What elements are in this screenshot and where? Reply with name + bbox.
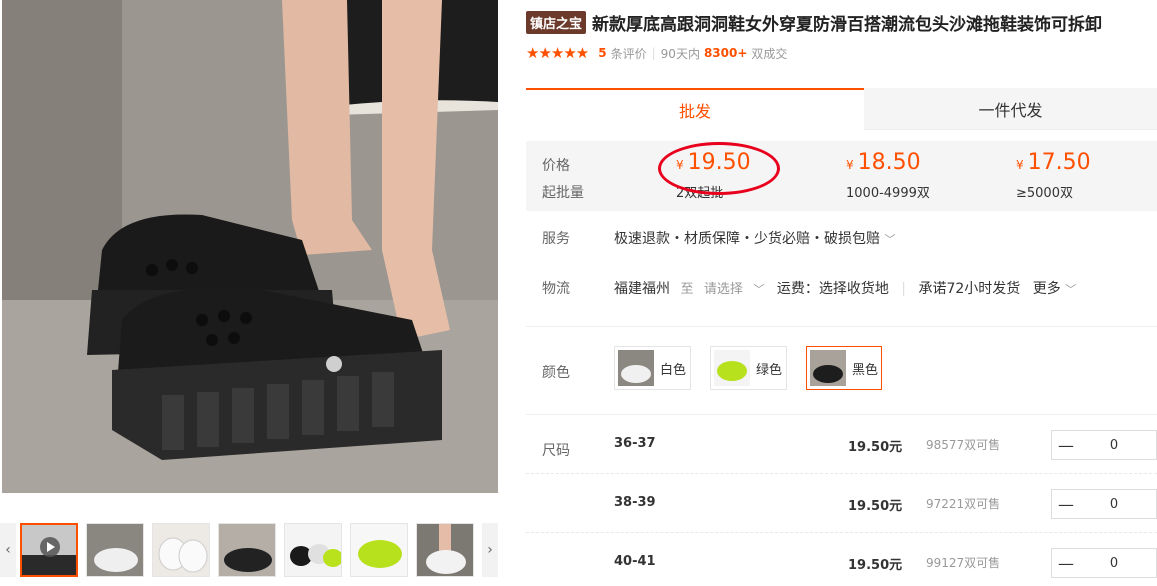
thumbnail-2[interactable] [86, 523, 144, 577]
size-stock: 99127双可售 [926, 556, 1001, 570]
service-text: 极速退款・材质保障・少货必赔・破损包赔 [614, 231, 880, 247]
size-price: 19.50元 [848, 440, 903, 455]
white-swatch-image [618, 350, 654, 386]
thumb-white-worn-image [417, 524, 473, 576]
size-price: 19.50元 [848, 499, 903, 514]
color-option-green[interactable]: 绿色 [710, 346, 787, 390]
decrease-button[interactable]: — [1052, 436, 1080, 455]
black-swatch-image [810, 350, 846, 386]
tier-3-price: ¥17.50 [1016, 150, 1091, 175]
tier-3-qty: ≥5000双 [1016, 186, 1073, 201]
quantity-input[interactable]: 0 [1080, 556, 1156, 571]
min-order-label: 起批量 [542, 185, 584, 201]
product-page: ‹ › 镇店之宝新款厚底高跟洞洞鞋女外穿夏防滑百搭潮流包头沙滩拖鞋装饰可拆卸 [0, 0, 1157, 586]
size-name: 36-37 [614, 436, 656, 451]
logistics-label: 物流 [542, 281, 570, 297]
more-link[interactable]: 更多 [1033, 281, 1061, 297]
decrease-button[interactable]: — [1052, 554, 1080, 573]
rating-row: ★★★★★ 5 条评价 | 90天内 8300+ 双成交 [526, 44, 788, 62]
delivery-promise: 承诺72小时发货 [918, 281, 1021, 297]
product-title: 新款厚底高跟洞洞鞋女外穿夏防滑百搭潮流包头沙滩拖鞋装饰可拆卸 [592, 15, 1103, 34]
thumbnail-6[interactable] [350, 523, 408, 577]
thumbnail-4[interactable] [218, 523, 276, 577]
size-row: 38-39 19.50元 97221双可售 — 0 [526, 475, 1157, 533]
chevron-down-icon: ﹀ [884, 233, 896, 246]
size-price: 19.50元 [848, 558, 903, 573]
thumb-green-clog-image [351, 524, 407, 576]
color-option-white[interactable]: 白色 [614, 346, 691, 390]
color-option-label: 白色 [660, 362, 687, 378]
thumbnail-strip: ‹ › [0, 519, 500, 581]
service-label: 服务 [542, 231, 570, 247]
product-title-row: 镇店之宝 新款厚底高跟洞洞鞋女外穿夏防滑百搭潮流包头沙滩拖鞋装饰可拆卸 [526, 10, 1157, 34]
thumbnail-5[interactable] [284, 523, 342, 577]
review-count[interactable]: 5 [598, 46, 606, 60]
review-count-label[interactable]: 条评价 [611, 45, 647, 62]
quantity-stepper: — 0 [1051, 430, 1157, 460]
chevron-down-icon[interactable]: ﹀ [1065, 283, 1076, 296]
destination-select[interactable]: 请选择 [704, 282, 743, 297]
size-name: 40-41 [614, 554, 656, 569]
thumb-next-arrow[interactable]: › [482, 523, 498, 577]
ship-to-label: 至 [680, 282, 694, 297]
thumbnail-7[interactable] [416, 523, 474, 577]
tab-wholesale[interactable]: 批发 [526, 88, 864, 130]
size-name: 38-39 [614, 495, 656, 510]
thumbnail-video[interactable] [20, 523, 78, 577]
quantity-input[interactable]: 0 [1080, 497, 1156, 512]
tier-2-qty: 1000-4999双 [846, 186, 930, 201]
green-swatch-image [714, 350, 750, 386]
main-product-image[interactable] [2, 0, 498, 493]
thumb-prev-arrow[interactable]: ‹ [0, 523, 16, 577]
price-box: 价格 起批量 ¥19.50 2双起批 ¥18.50 1000-4999双 ¥17… [526, 141, 1157, 211]
service-guarantees[interactable]: 极速退款・材质保障・少货必赔・破损包赔 ﹀ [614, 228, 895, 248]
purchase-mode-tabs: 批发 一件代发 [526, 88, 1157, 130]
color-option-black[interactable]: 黑色 [806, 346, 882, 390]
product-photo-illustration [2, 0, 498, 493]
thumbnail-3[interactable] [152, 523, 210, 577]
size-row: 36-37 19.50元 98577双可售 — 0 [526, 416, 1157, 474]
size-stock: 97221双可售 [926, 497, 1001, 511]
thumb-multi-color-image [285, 524, 341, 576]
ship-from: 福建福州 [614, 281, 670, 297]
thumb-white-pair-image [153, 524, 209, 576]
sales-label: 双成交 [751, 46, 788, 61]
red-highlight-circle [658, 142, 780, 195]
tier-2-price: ¥18.50 [846, 150, 921, 175]
thumb-white-clog-image [87, 524, 143, 576]
color-option-label: 绿色 [756, 362, 783, 378]
store-treasure-badge: 镇店之宝 [526, 11, 587, 34]
quantity-stepper: — 0 [1051, 548, 1157, 578]
color-label: 颜色 [542, 365, 570, 381]
divider [526, 414, 1157, 415]
size-stock: 98577双可售 [926, 438, 1001, 452]
quantity-stepper: — 0 [1051, 489, 1157, 519]
chevron-down-icon[interactable]: ﹀ [753, 283, 764, 296]
price-label: 价格 [542, 158, 570, 174]
sales-period: 90天内 [660, 46, 700, 61]
freight-text: 运费：选择收货地 [776, 281, 889, 297]
size-row: 40-41 19.50元 99127双可售 — 0 [526, 534, 1157, 586]
tab-dropship[interactable]: 一件代发 [864, 88, 1157, 130]
decrease-button[interactable]: — [1052, 495, 1080, 514]
rating-stars-icon: ★★★★★ [526, 44, 589, 62]
video-thumb-image [22, 525, 76, 575]
color-option-label: 黑色 [852, 362, 879, 378]
divider [526, 326, 1157, 327]
sales-count: 8300+ [703, 46, 748, 60]
thumb-black-clog-image [219, 524, 275, 576]
quantity-input[interactable]: 0 [1080, 438, 1156, 453]
logistics-row: 福建福州 至 请选择 ﹀ 运费：选择收货地 | 承诺72小时发货 更多 ﹀ [614, 281, 1077, 297]
